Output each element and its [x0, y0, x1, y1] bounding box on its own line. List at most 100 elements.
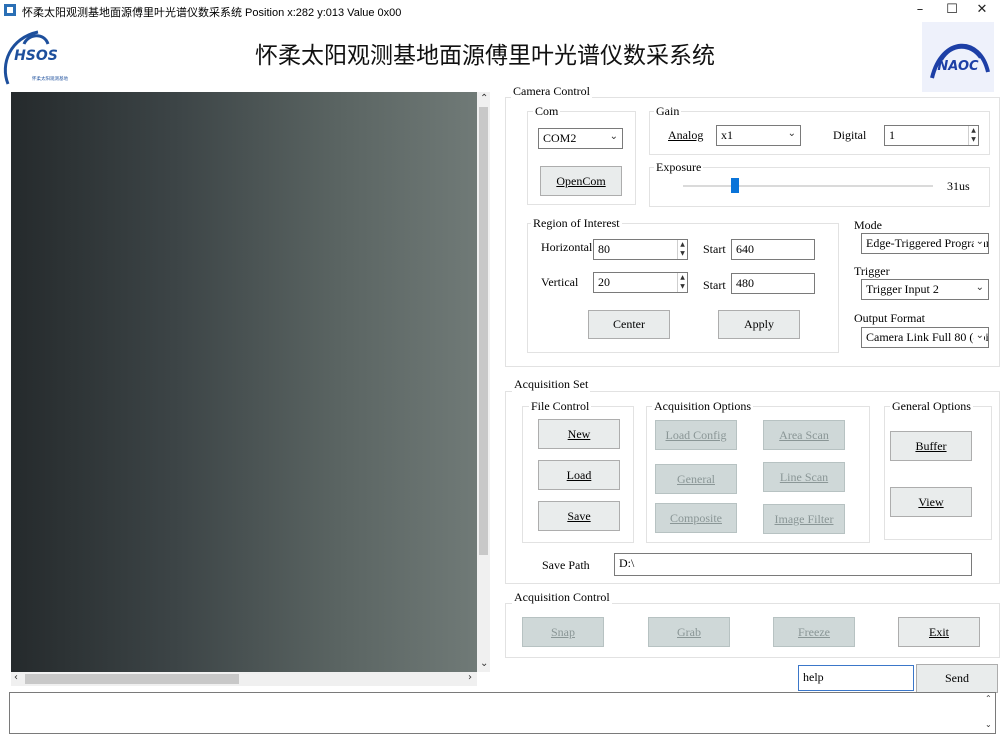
mode-title: Mode: [854, 218, 882, 232]
chevron-down-icon: ⌄: [609, 131, 618, 142]
load-config-button[interactable]: Load Config: [655, 420, 737, 450]
line-scan-label: Line Scan: [779, 470, 829, 484]
exit-button[interactable]: Exit: [898, 617, 980, 647]
h-start-input[interactable]: 640: [731, 239, 815, 260]
analog-gain-select[interactable]: x1 ⌄: [716, 125, 801, 146]
h-start-label: Start: [703, 242, 726, 256]
save-button[interactable]: Save: [538, 501, 620, 531]
freeze-label: Freeze: [798, 625, 830, 639]
window-titlebar: 怀柔太阳观测基地面源傅里叶光谱仪数采系统 Position x:282 y:01…: [0, 0, 1000, 20]
vertical-value: 20: [598, 275, 610, 289]
output-format-select[interactable]: Camera Link Full 80 (8bit) ⌄: [861, 327, 989, 348]
logo-left-caption: 怀柔太阳观测基地: [32, 75, 68, 82]
command-input-value: help: [803, 670, 824, 684]
analog-label: Analog: [668, 128, 704, 142]
scroll-right-icon[interactable]: ›: [468, 672, 472, 683]
composite-button[interactable]: Composite: [655, 503, 737, 533]
open-com-button[interactable]: OpenCom: [540, 166, 622, 196]
trigger-value: Trigger Input 2: [866, 282, 939, 296]
camera-control-title: Camera Control: [511, 84, 592, 99]
general-label: General: [677, 472, 715, 486]
line-scan-button[interactable]: Line Scan: [763, 462, 845, 492]
spin-arrows-icon[interactable]: ▲ ▼: [968, 126, 978, 145]
general-button[interactable]: General: [655, 464, 737, 494]
general-options-group: [884, 406, 992, 540]
com-port-value: COM2: [543, 131, 577, 145]
exposure-slider-track[interactable]: [683, 185, 933, 187]
acquisition-control-title: Acquisition Control: [512, 590, 612, 605]
digital-gain-input[interactable]: 1 ▲ ▼: [884, 125, 979, 146]
scroll-up-icon[interactable]: ⌃: [480, 93, 488, 104]
v-start-input[interactable]: 480: [731, 273, 815, 294]
spin-arrows-icon[interactable]: ▲ ▼: [677, 240, 687, 259]
save-label: Save: [567, 509, 591, 523]
command-input[interactable]: help: [798, 665, 914, 691]
mode-value: Edge-Triggered Programmable: [866, 236, 988, 250]
com-title: Com: [533, 104, 561, 119]
send-button[interactable]: Send: [916, 664, 998, 693]
vertical-input[interactable]: 20 ▲ ▼: [593, 272, 688, 293]
output-format-value: Camera Link Full 80 (8bit): [866, 330, 989, 344]
trigger-select[interactable]: Trigger Input 2 ⌄: [861, 279, 989, 300]
load-config-label: Load Config: [665, 428, 727, 442]
save-path-label: Save Path: [542, 558, 590, 572]
viewer-vertical-scroll-thumb[interactable]: [479, 107, 488, 555]
acquisition-options-title: Acquisition Options: [652, 399, 754, 414]
save-path-value: D:\: [619, 556, 635, 570]
roi-title: Region of Interest: [531, 216, 622, 231]
exposure-value: 31us: [947, 179, 970, 193]
v-start-value: 480: [736, 276, 754, 290]
log-scroll-up-icon[interactable]: ⌃: [985, 694, 992, 703]
window-title: 怀柔太阳观测基地面源傅里叶光谱仪数采系统 Position x:282 y:01…: [22, 7, 402, 19]
scroll-left-icon[interactable]: ‹: [14, 672, 18, 683]
acquisition-set-title: Acquisition Set: [512, 377, 591, 392]
grab-button[interactable]: Grab: [648, 617, 730, 647]
save-path-input[interactable]: D:\: [614, 553, 972, 576]
app-title: 怀柔太阳观测基地面源傅里叶光谱仪数采系统: [255, 43, 715, 69]
load-button[interactable]: Load: [538, 460, 620, 490]
exposure-slider-thumb[interactable]: [731, 178, 739, 193]
chevron-down-icon: ⌄: [973, 236, 984, 247]
com-port-select[interactable]: COM2 ⌄: [538, 128, 623, 149]
horizontal-input[interactable]: 80 ▲ ▼: [593, 239, 688, 260]
naoc-logo: NAOC: [922, 22, 994, 92]
output-log[interactable]: [9, 692, 996, 734]
spin-arrows-icon[interactable]: ▲ ▼: [677, 273, 687, 292]
horizontal-value: 80: [598, 242, 610, 256]
logo-left-text: HSOS: [14, 48, 58, 64]
scroll-down-icon[interactable]: ⌄: [480, 658, 488, 669]
center-button[interactable]: Center: [588, 310, 670, 339]
close-button[interactable]: ✕: [962, 0, 1000, 20]
digital-gain-value: 1: [889, 128, 895, 142]
viewer-horizontal-scroll-thumb[interactable]: [25, 674, 239, 684]
image-viewer[interactable]: [11, 92, 477, 672]
hsos-logo: HSOS 怀柔太阳观测基地: [2, 20, 74, 90]
exposure-title: Exposure: [654, 160, 704, 175]
composite-label: Composite: [669, 511, 722, 525]
trigger-title: Trigger: [854, 264, 890, 278]
exit-label: Exit: [929, 625, 949, 639]
new-label: New: [567, 427, 591, 441]
horizontal-label: Horizontal: [541, 240, 593, 254]
mode-select[interactable]: Edge-Triggered Programmable⌄: [861, 233, 989, 254]
chevron-down-icon: ⌄: [975, 282, 984, 293]
view-button[interactable]: View: [890, 487, 972, 517]
v-start-label: Start: [703, 278, 726, 292]
chevron-down-icon: ⌄: [973, 330, 984, 341]
grab-label: Grab: [677, 625, 701, 639]
h-start-value: 640: [736, 242, 754, 256]
view-label: View: [918, 495, 944, 509]
open-com-label: OpenCom: [556, 174, 606, 188]
area-scan-button[interactable]: Area Scan: [763, 420, 845, 450]
log-scroll-down-icon[interactable]: ⌄: [985, 720, 992, 729]
chevron-down-icon: ⌄: [787, 128, 796, 139]
apply-button[interactable]: Apply: [718, 310, 800, 339]
gain-title: Gain: [654, 104, 682, 119]
image-filter-button[interactable]: Image Filter: [763, 504, 845, 534]
new-button[interactable]: New: [538, 419, 620, 449]
snap-button[interactable]: Snap: [522, 617, 604, 647]
logo-right-text: NAOC: [937, 59, 979, 74]
freeze-button[interactable]: Freeze: [773, 617, 855, 647]
buffer-button[interactable]: Buffer: [890, 431, 972, 461]
area-scan-label: Area Scan: [779, 428, 829, 442]
